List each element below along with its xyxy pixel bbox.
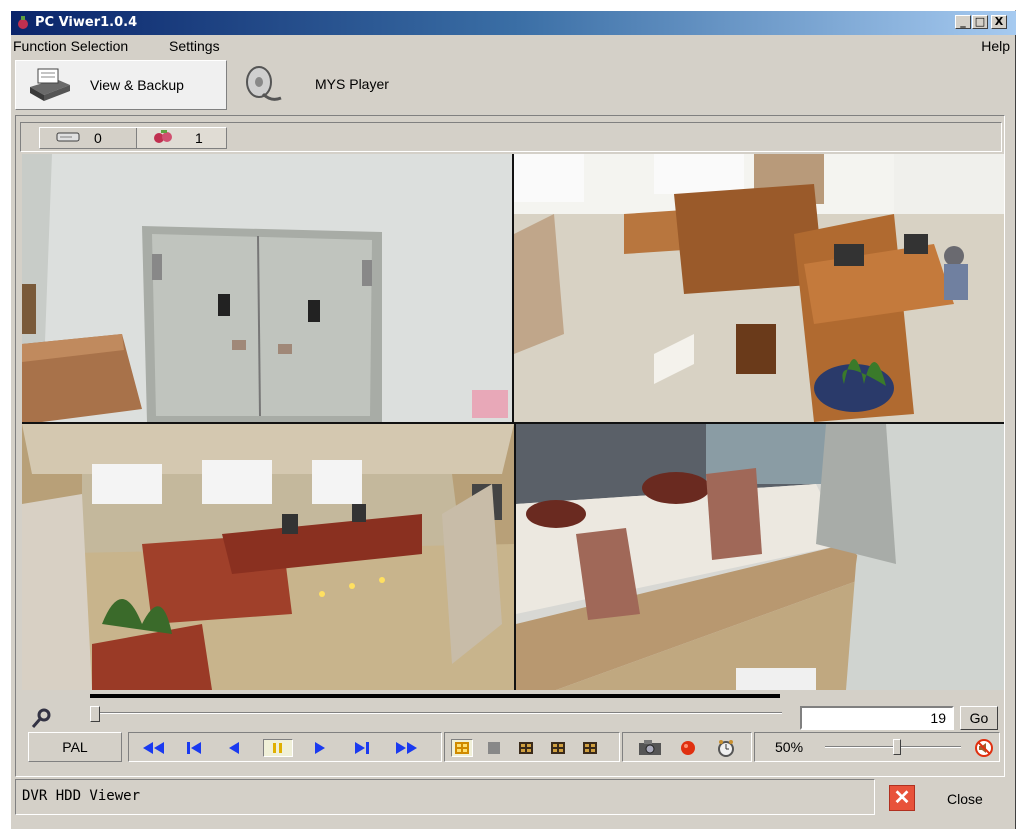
camera-view-3[interactable] <box>22 424 514 690</box>
mute-icon[interactable] <box>973 739 995 757</box>
app-window: PC Viwer1.0.4 _ □ X Function Selection S… <box>10 10 1016 829</box>
maximize-button[interactable]: □ <box>972 15 988 29</box>
frame-input[interactable]: 19 <box>800 706 954 730</box>
hdd-tab[interactable]: 0 <box>40 128 134 148</box>
timeline-rail <box>90 712 782 714</box>
skip-start-icon[interactable] <box>183 739 205 757</box>
camera-view-2[interactable] <box>514 154 1004 422</box>
camera-count: 1 <box>195 130 203 146</box>
camera-2-image <box>514 154 1004 422</box>
viewer-panel: 0 1 19 Go PAL 50% <box>15 115 1005 777</box>
view-backup-label: View & Backup <box>90 77 184 93</box>
channel-tabs: 0 1 <box>39 127 227 149</box>
volume-group: 50% <box>754 732 1000 762</box>
hdd-icon <box>56 132 80 142</box>
playback-controls: 19 Go PAL 50% <box>20 692 1002 774</box>
menu-bar: Function Selection Settings Help <box>11 36 1016 56</box>
mys-player-button[interactable]: MYS Player <box>233 60 453 110</box>
film-reel-icon <box>246 66 282 101</box>
timeline-thumb[interactable] <box>90 706 100 722</box>
fast-forward-icon[interactable] <box>391 739 421 757</box>
snapshot-icon[interactable] <box>637 739 663 757</box>
quad-layout-icon[interactable] <box>451 739 473 757</box>
close-icon: ✕ <box>889 785 915 811</box>
title-bar[interactable]: PC Viwer1.0.4 _ □ X <box>11 11 1016 35</box>
timeline-track <box>90 694 780 698</box>
play-icon[interactable] <box>309 739 331 757</box>
dvr-printer-icon <box>30 68 70 101</box>
grid-layout-icon[interactable] <box>579 739 601 757</box>
camera-view-4[interactable] <box>516 424 1004 690</box>
minimize-button[interactable]: _ <box>955 15 971 29</box>
close-window-button[interactable]: X <box>991 15 1007 29</box>
volume-slider[interactable] <box>825 739 961 755</box>
go-button[interactable]: Go <box>960 706 998 730</box>
volume-label: 50% <box>775 739 804 755</box>
close-label: Close <box>947 791 983 807</box>
hdd-count: 0 <box>94 130 102 146</box>
skip-end-icon[interactable] <box>351 739 373 757</box>
camera-grid <box>22 154 1004 690</box>
media-group <box>622 732 752 762</box>
mode-bar: View & Backup MYS Player <box>11 58 1016 114</box>
step-back-icon[interactable] <box>223 739 245 757</box>
mys-player-label: MYS Player <box>315 76 389 92</box>
camera-4-image <box>516 424 1004 690</box>
fast-rewind-icon[interactable] <box>143 739 165 757</box>
menu-function-selection[interactable]: Function Selection <box>13 38 128 54</box>
layout-group <box>444 732 620 762</box>
camera-group-icon <box>154 130 172 143</box>
status-bar: DVR HDD Viewer <box>15 779 875 815</box>
pause-icon[interactable] <box>263 739 293 757</box>
single-layout-icon[interactable] <box>483 739 505 757</box>
camera-1-image <box>22 154 512 422</box>
grid-layout-icon[interactable] <box>547 739 569 757</box>
transport-group <box>128 732 442 762</box>
video-format-label: PAL <box>28 732 122 762</box>
channel-bar: 0 1 <box>20 122 1002 152</box>
camera-tab[interactable]: 1 <box>136 128 226 148</box>
timeline-slider[interactable] <box>90 706 782 722</box>
app-icon <box>18 16 28 29</box>
record-icon[interactable] <box>677 739 699 757</box>
view-backup-button[interactable]: View & Backup <box>15 60 227 110</box>
close-button[interactable]: ✕ Close <box>889 783 999 817</box>
camera-3-image <box>22 424 514 690</box>
search-key-icon[interactable] <box>30 708 52 730</box>
grid-layout-icon[interactable] <box>515 739 537 757</box>
menu-help[interactable]: Help <box>981 38 1010 54</box>
volume-thumb[interactable] <box>893 739 901 755</box>
clock-icon[interactable] <box>715 739 737 757</box>
camera-view-1[interactable] <box>22 154 512 422</box>
menu-settings[interactable]: Settings <box>169 38 220 54</box>
window-title: PC Viwer1.0.4 <box>35 15 138 30</box>
